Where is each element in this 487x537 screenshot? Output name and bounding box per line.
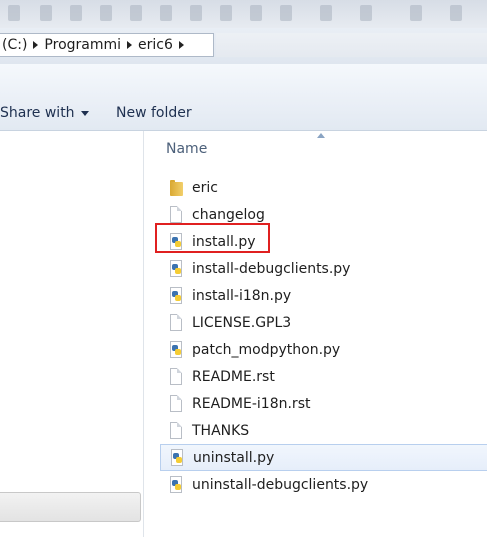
address-bar[interactable]: (C:) Programmi eric6 [0,33,214,57]
breadcrumb-drive[interactable]: (C:) [2,37,27,53]
share-with-label: Share with [0,105,75,121]
file-row[interactable]: THANKS [160,417,487,444]
breadcrumb-programmi[interactable]: Programmi [44,37,121,53]
python-file-icon [169,448,185,467]
file-row[interactable]: LICENSE.GPL3 [160,309,487,336]
toolbar-icon [250,5,262,21]
file-name: uninstall-debugclients.py [192,476,369,493]
file-name: install-debugclients.py [192,260,351,277]
python-file-icon [168,340,184,359]
address-row: (C:) Programmi eric6 [0,28,487,64]
file-name: changelog [192,206,265,223]
toolbar-icon [280,5,292,21]
window-title-bar [0,0,487,29]
file-name: THANKS [192,422,250,439]
file-row[interactable]: eric [160,174,487,201]
address-bar-blurred [216,33,487,57]
file-row[interactable]: install-debugclients.py [160,255,487,282]
horizontal-scrollbar[interactable] [0,492,141,522]
file-row[interactable]: README-i18n.rst [160,390,487,417]
file-name: README-i18n.rst [192,395,311,412]
file-name: install.py [192,233,256,250]
toolbar-icon [220,5,232,21]
python-file-icon [168,475,184,494]
file-name: LICENSE.GPL3 [192,314,292,331]
file-name: README.rst [192,368,275,385]
chevron-right-icon[interactable] [127,41,133,49]
toolbar-icon [40,5,52,21]
name-column-header[interactable]: Name [166,141,207,157]
python-file-icon [168,232,184,251]
document-icon [168,421,184,440]
document-icon [168,367,184,386]
python-file-icon [168,286,184,305]
file-row[interactable]: install-i18n.py [160,282,487,309]
share-with-button[interactable]: Share with [0,105,89,121]
document-icon [168,313,184,332]
toolbar-icon [70,5,82,21]
sort-ascending-icon [317,133,325,138]
file-name: patch_modpython.py [192,341,341,358]
file-row[interactable]: changelog [160,201,487,228]
chevron-right-icon[interactable] [33,41,39,49]
breadcrumb-eric6[interactable]: eric6 [138,37,173,53]
python-file-icon [168,259,184,278]
navigation-pane[interactable] [0,131,144,537]
toolbar-icon [450,5,462,21]
command-bar: Share with New folder [0,64,487,131]
file-row-selected[interactable]: uninstall.py [160,444,487,471]
toolbar-icon [410,5,422,21]
file-row[interactable]: README.rst [160,363,487,390]
toolbar-icon [360,5,372,21]
file-row[interactable]: patch_modpython.py [160,336,487,363]
toolbar-icon [320,5,332,21]
new-folder-button[interactable]: New folder [116,105,192,121]
toolbar-icon [130,5,142,21]
toolbar-icon [8,5,20,21]
toolbar-icon [160,5,172,21]
document-icon [168,205,184,224]
file-name: install-i18n.py [192,287,292,304]
toolbar-icon [100,5,112,21]
dropdown-arrow-icon [80,110,89,116]
file-name: eric [192,179,218,196]
file-row[interactable]: install.py [160,228,487,255]
file-name: uninstall.py [193,449,275,466]
file-list: eric changelog install.py install-debugc… [160,174,487,498]
file-row[interactable]: uninstall-debugclients.py [160,471,487,498]
chevron-right-icon[interactable] [178,41,184,49]
folder-icon [168,179,184,197]
toolbar-icon [190,5,202,21]
document-icon [168,394,184,413]
